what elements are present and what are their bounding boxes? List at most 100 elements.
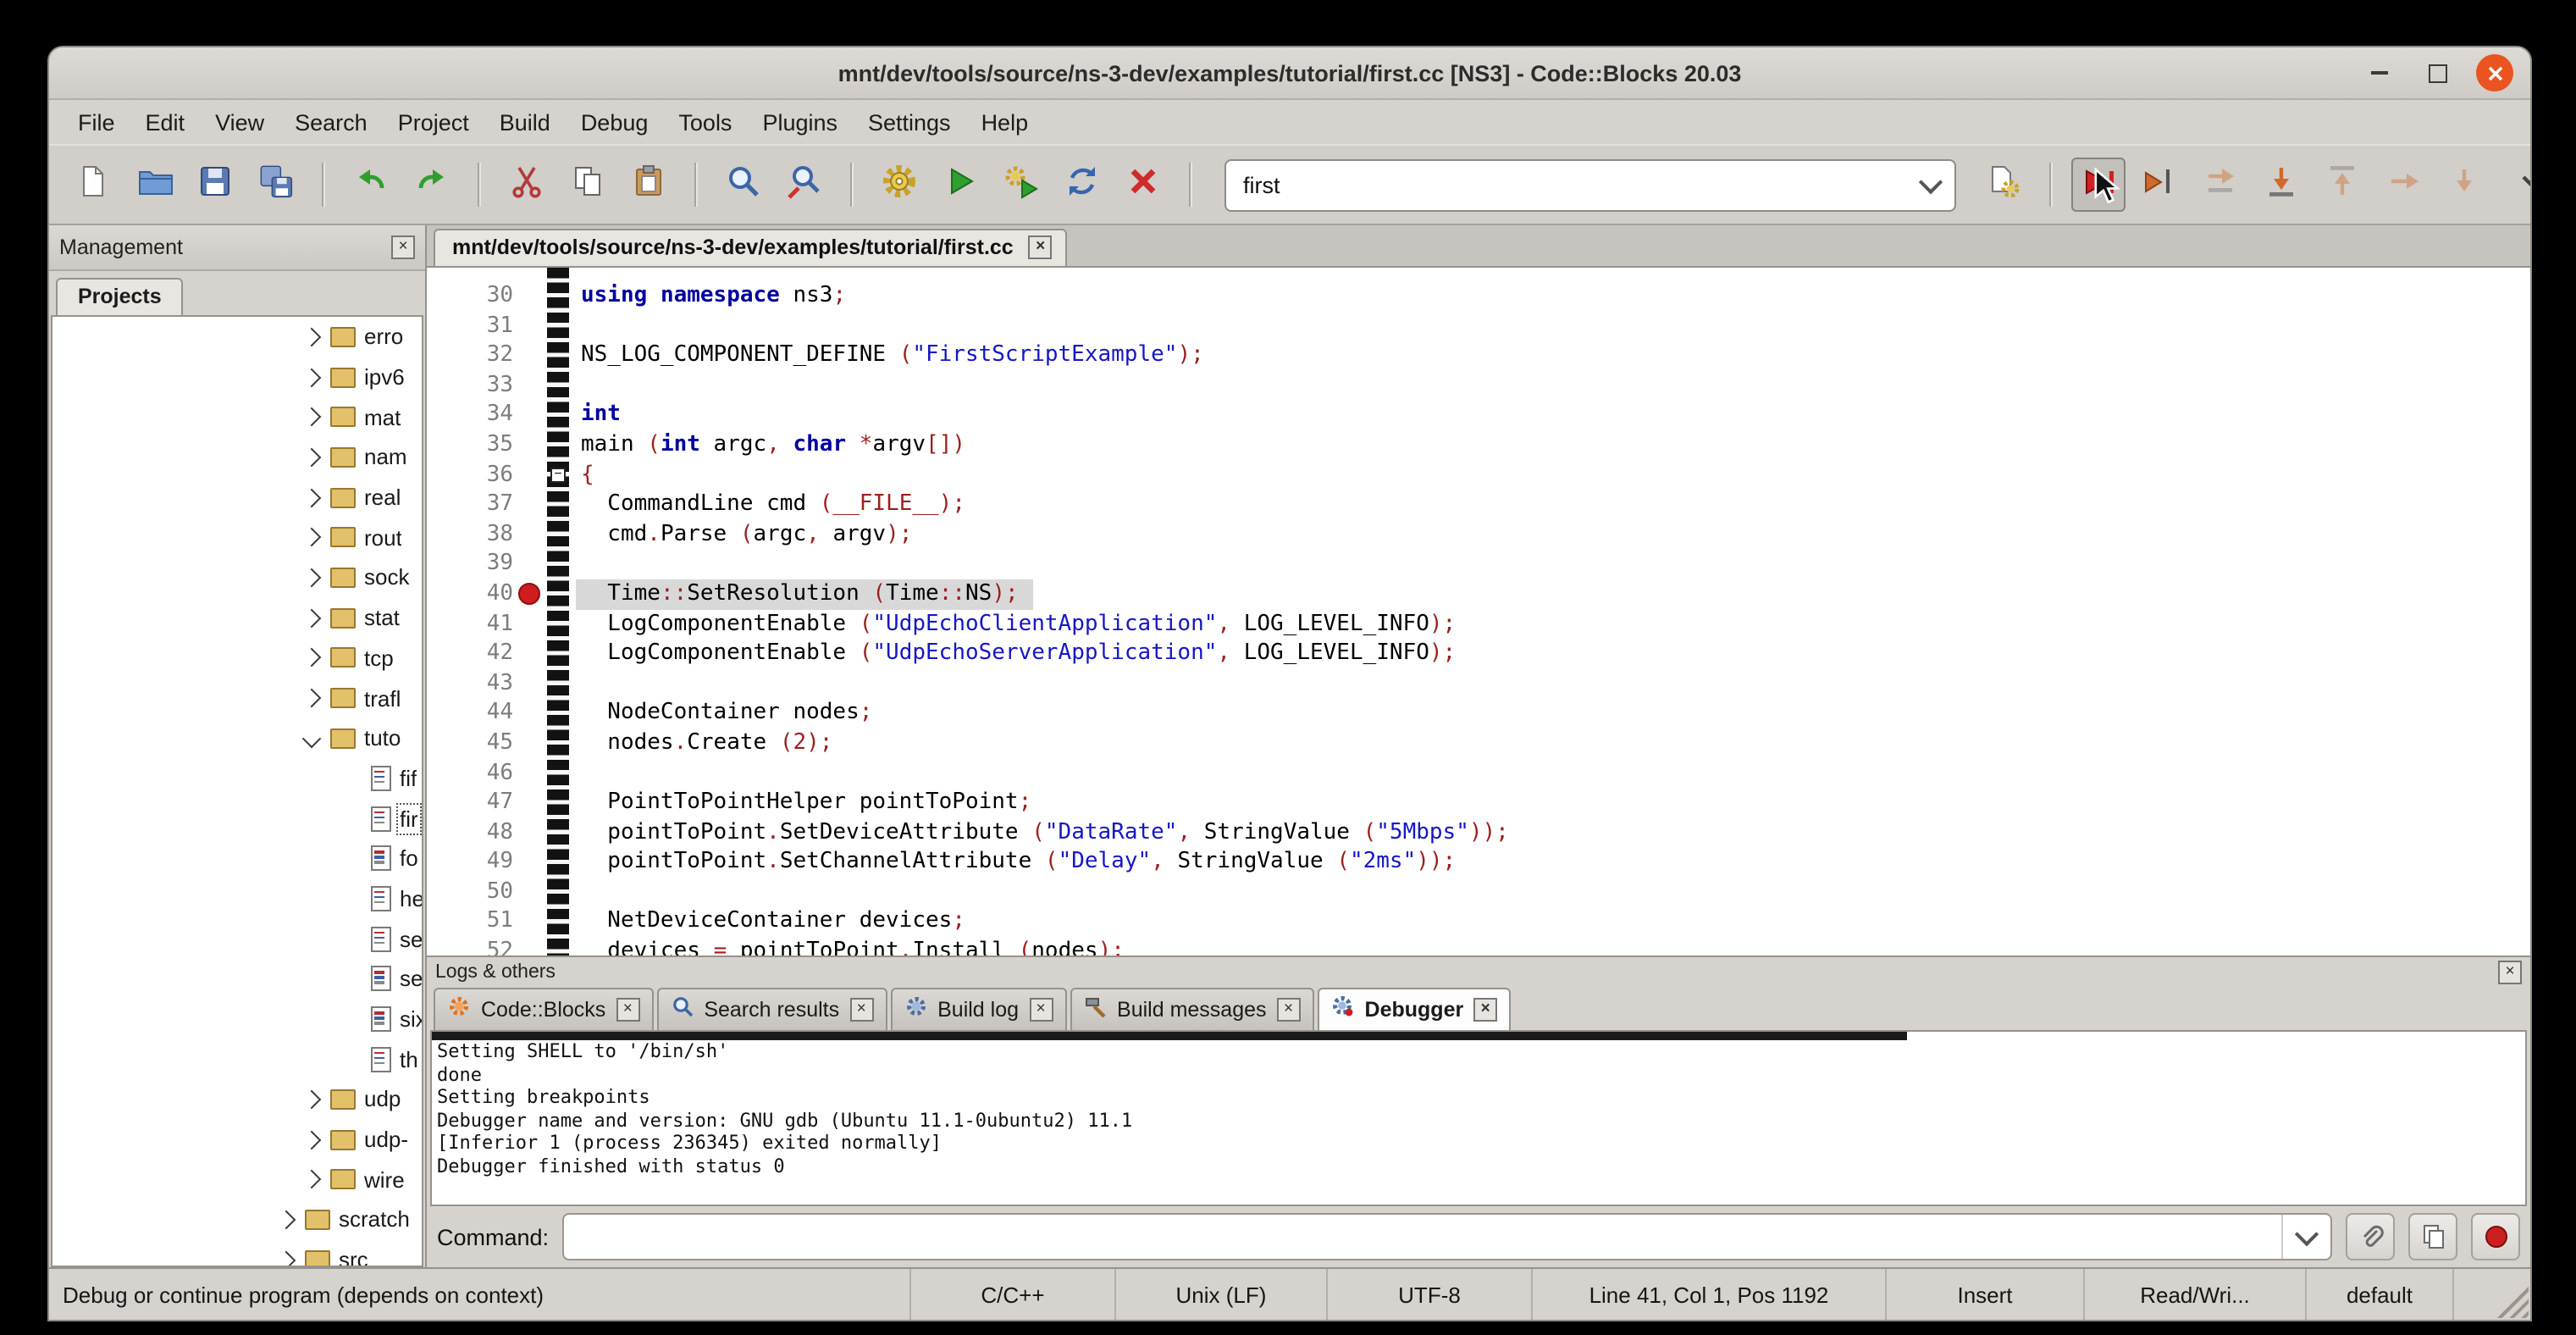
run-button[interactable] bbox=[933, 158, 987, 212]
debugger-log[interactable]: Setting SHELL to '/bin/sh'doneSetting br… bbox=[430, 1030, 2527, 1206]
line-number[interactable]: 34 bbox=[427, 401, 513, 430]
step-into-button[interactable] bbox=[2254, 158, 2308, 212]
editor-tab-first-cc[interactable]: mnt/dev/tools/source/ns-3-dev/examples/t… bbox=[434, 229, 1068, 266]
build-and-run-button[interactable] bbox=[994, 158, 1048, 212]
tree-item-he[interactable]: he bbox=[53, 878, 422, 918]
log-tab-close-button[interactable]: × bbox=[1029, 997, 1053, 1021]
build-target-dropdown-button[interactable] bbox=[1907, 160, 1954, 209]
attach-button[interactable] bbox=[2346, 1213, 2395, 1260]
tree-item-se[interactable]: se bbox=[53, 919, 422, 959]
menu-settings[interactable]: Settings bbox=[853, 104, 966, 140]
copy-log-button[interactable] bbox=[2408, 1213, 2457, 1260]
chevron-right-icon[interactable] bbox=[302, 488, 322, 507]
tree-item-se[interactable]: se bbox=[53, 959, 422, 999]
menu-view[interactable]: View bbox=[200, 104, 279, 140]
management-close-button[interactable]: × bbox=[391, 235, 415, 259]
tree-item-mat[interactable]: mat bbox=[53, 397, 422, 437]
menu-edit[interactable]: Edit bbox=[130, 104, 201, 140]
logs-close-button[interactable]: × bbox=[2498, 960, 2522, 983]
next-instruction-button[interactable] bbox=[2376, 158, 2430, 212]
menu-build[interactable]: Build bbox=[484, 104, 566, 140]
command-dropdown-button[interactable] bbox=[2281, 1215, 2330, 1259]
tree-item-sock[interactable]: sock bbox=[53, 557, 422, 597]
tree-item-wire[interactable]: wire bbox=[53, 1160, 422, 1199]
log-tab-search-results[interactable]: Search results× bbox=[656, 988, 887, 1030]
tree-item-tuto[interactable]: tuto bbox=[53, 718, 422, 758]
line-number[interactable]: 32 bbox=[427, 341, 513, 370]
chevron-right-icon[interactable] bbox=[302, 1170, 322, 1189]
chevron-right-icon[interactable] bbox=[302, 1089, 322, 1109]
menu-plugins[interactable]: Plugins bbox=[747, 104, 853, 140]
replace-button[interactable] bbox=[777, 158, 832, 212]
chevron-down-icon[interactable] bbox=[302, 728, 322, 748]
log-tab-close-button[interactable]: × bbox=[1277, 997, 1301, 1021]
menu-help[interactable]: Help bbox=[966, 104, 1044, 140]
find-button[interactable] bbox=[716, 158, 771, 212]
line-number[interactable]: 35 bbox=[427, 430, 513, 460]
command-input[interactable] bbox=[564, 1215, 2281, 1259]
toolbar-overflow-button[interactable] bbox=[2505, 158, 2532, 212]
open-file-button[interactable] bbox=[127, 158, 181, 212]
tree-item-erro[interactable]: erro bbox=[53, 317, 422, 357]
line-number[interactable]: 43 bbox=[427, 668, 513, 698]
tree-item-udp[interactable]: udp- bbox=[53, 1120, 422, 1160]
cut-button[interactable] bbox=[500, 158, 554, 212]
breakpoint-marker[interactable] bbox=[518, 583, 540, 605]
title-bar[interactable]: mnt/dev/tools/source/ns-3-dev/examples/t… bbox=[49, 47, 2530, 100]
chevron-right-icon[interactable] bbox=[302, 568, 322, 588]
tree-item-six[interactable]: six bbox=[53, 999, 422, 1039]
tree-item-tcp[interactable]: tcp bbox=[53, 638, 422, 678]
project-tree[interactable]: erroipv6matnamrealroutsockstattcptrafltu… bbox=[51, 315, 423, 1267]
line-number[interactable]: 33 bbox=[427, 371, 513, 401]
menu-debug[interactable]: Debug bbox=[566, 104, 664, 140]
log-tab-close-button[interactable]: × bbox=[849, 997, 873, 1021]
fold-marker[interactable]: − bbox=[550, 467, 566, 482]
tree-item-th[interactable]: th bbox=[53, 1039, 422, 1079]
undo-button[interactable] bbox=[344, 158, 398, 212]
line-number[interactable]: 36 bbox=[427, 460, 513, 490]
paste-button[interactable] bbox=[622, 158, 676, 212]
line-number[interactable]: 50 bbox=[427, 878, 513, 907]
chevron-right-icon[interactable] bbox=[302, 1130, 322, 1149]
step-out-button[interactable] bbox=[2315, 158, 2369, 212]
tree-item-real[interactable]: real bbox=[53, 478, 422, 518]
tree-item-trafl[interactable]: trafl bbox=[53, 678, 422, 717]
line-number[interactable]: 37 bbox=[427, 490, 513, 519]
log-tab-build-log[interactable]: Build log× bbox=[890, 988, 1066, 1030]
line-number[interactable]: 38 bbox=[427, 520, 513, 550]
tree-item-fif[interactable]: fif bbox=[53, 758, 422, 798]
line-number[interactable]: 52 bbox=[427, 937, 513, 956]
menu-search[interactable]: Search bbox=[279, 104, 383, 140]
line-number[interactable]: 51 bbox=[427, 907, 513, 937]
log-tab-close-button[interactable]: × bbox=[1473, 997, 1497, 1021]
menu-file[interactable]: File bbox=[63, 104, 130, 140]
chevron-right-icon[interactable] bbox=[302, 368, 322, 387]
tree-item-rout[interactable]: rout bbox=[53, 518, 422, 557]
build-target-input[interactable] bbox=[1226, 172, 1907, 197]
menu-project[interactable]: Project bbox=[383, 104, 484, 140]
chevron-right-icon[interactable] bbox=[302, 327, 322, 346]
close-button[interactable] bbox=[2476, 54, 2513, 91]
build-target-select[interactable] bbox=[1224, 158, 1956, 211]
tree-item-scratch[interactable]: scratch bbox=[53, 1199, 422, 1239]
compile-current-file-button[interactable] bbox=[1976, 158, 2031, 212]
line-number[interactable]: 47 bbox=[427, 788, 513, 817]
minimize-button[interactable] bbox=[2361, 54, 2398, 91]
line-number[interactable]: 46 bbox=[427, 758, 513, 788]
editor-tab-close-button[interactable]: × bbox=[1029, 235, 1053, 259]
log-tab-close-button[interactable]: × bbox=[616, 997, 639, 1021]
line-number[interactable]: 31 bbox=[427, 311, 513, 341]
tree-item-nam[interactable]: nam bbox=[53, 437, 422, 477]
line-number[interactable]: 42 bbox=[427, 639, 513, 668]
tree-item-ipv6[interactable]: ipv6 bbox=[53, 357, 422, 396]
tree-item-src[interactable]: src bbox=[53, 1240, 422, 1267]
rebuild-button[interactable] bbox=[1055, 158, 1109, 212]
chevron-right-icon[interactable] bbox=[302, 447, 322, 467]
copy-button[interactable] bbox=[561, 158, 615, 212]
save-file-button[interactable] bbox=[188, 158, 242, 212]
line-number[interactable]: 44 bbox=[427, 699, 513, 728]
line-number[interactable]: 45 bbox=[427, 728, 513, 758]
chevron-right-icon[interactable] bbox=[277, 1210, 296, 1230]
line-number[interactable]: 30 bbox=[427, 281, 513, 311]
run-to-cursor-button[interactable] bbox=[2132, 158, 2186, 212]
